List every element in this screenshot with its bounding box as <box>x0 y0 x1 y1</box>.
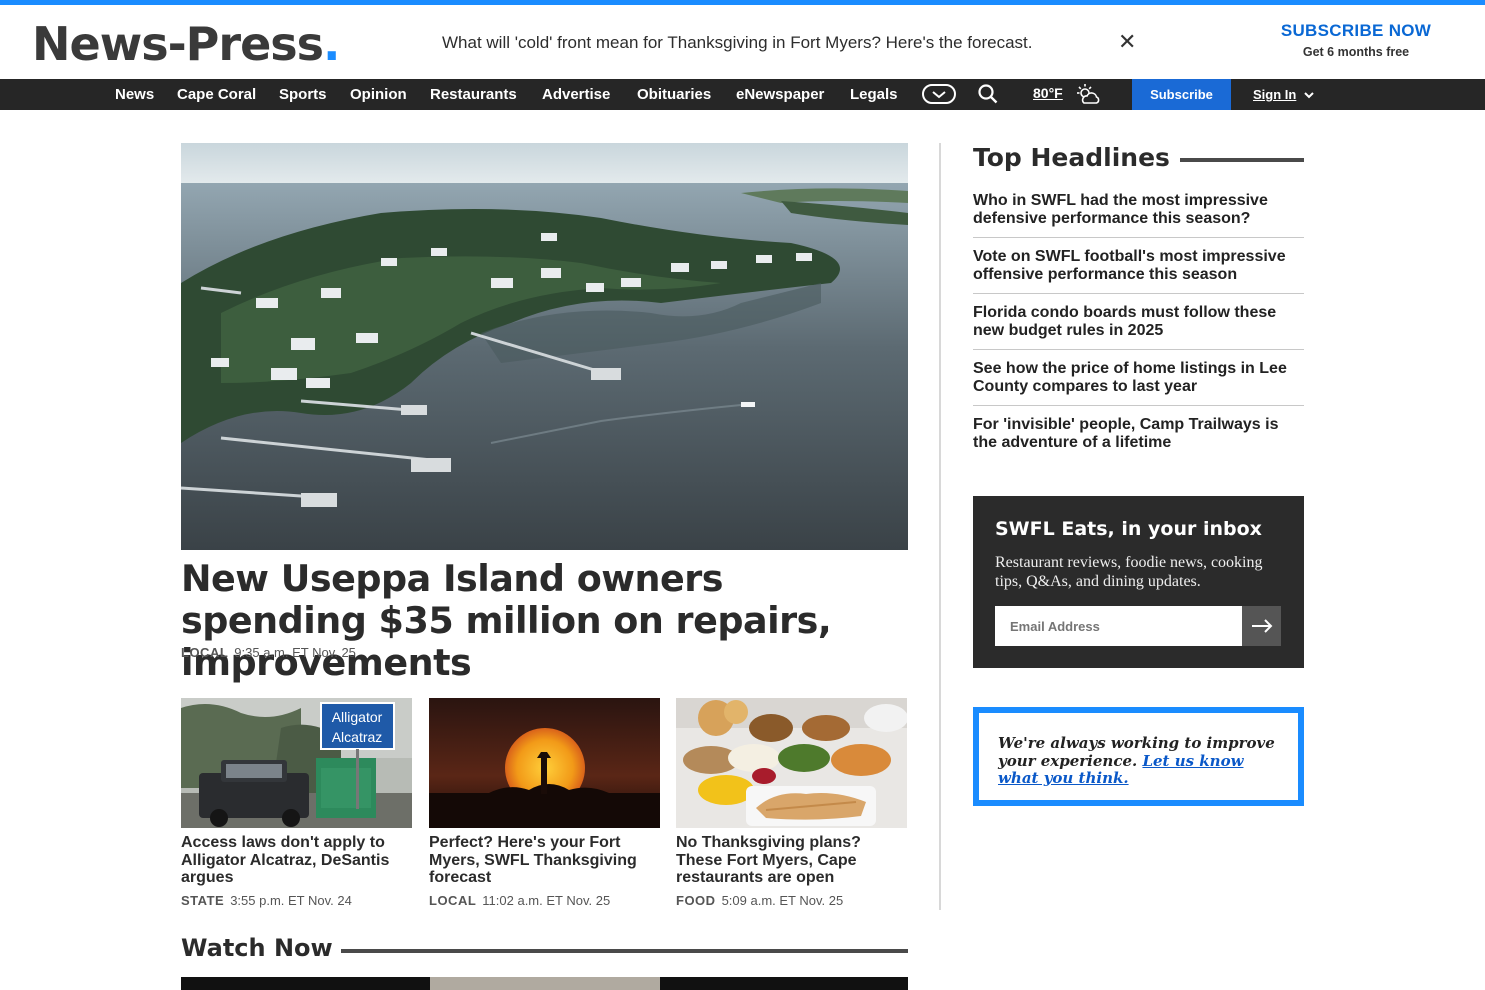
video-thumbnail[interactable] <box>430 977 660 990</box>
story-card[interactable]: No Thanksgiving plans? These Fort Myers,… <box>676 698 907 908</box>
story-meta: STATE 3:55 p.m. ET Nov. 24 <box>181 893 352 908</box>
temperature-readout[interactable]: 80°F <box>1033 85 1063 101</box>
newsletter-signup: SWFL Eats, in your inbox Restaurant revi… <box>973 496 1304 668</box>
top-headline-item[interactable]: Florida condo boards must follow these n… <box>973 304 1304 339</box>
story-category[interactable]: LOCAL <box>429 893 476 908</box>
more-chevron-icon[interactable] <box>922 83 956 110</box>
logo-text: News-Press <box>32 17 324 71</box>
story-category[interactable]: STATE <box>181 893 224 908</box>
story-headline[interactable]: Perfect? Here's your Fort Myers, SWFL Th… <box>429 834 660 887</box>
watch-now-header: Watch Now <box>181 932 908 964</box>
nav-item-obituaries[interactable]: Obituaries <box>637 86 711 103</box>
headline-divider <box>973 293 1304 294</box>
hero-headline[interactable]: New Useppa Island owners spending $35 mi… <box>181 558 908 684</box>
breaking-news-link[interactable]: What will 'cold' front mean for Thanksgi… <box>442 33 1032 53</box>
top-headline-item[interactable]: Vote on SWFL football's most impressive … <box>973 248 1304 283</box>
site-logo[interactable]: News-Press. <box>32 17 341 71</box>
newsletter-title: SWFL Eats, in your inbox <box>995 518 1262 540</box>
nav-item-cape-coral[interactable]: Cape Coral <box>177 86 256 103</box>
top-headlines-header: Top Headlines <box>973 140 1304 176</box>
nav-item-advertise[interactable]: Advertise <box>542 86 610 103</box>
story-timestamp: 11:02 a.m. ET Nov. 25 <box>482 893 611 908</box>
subscribe-offer: Get 6 months free <box>1302 45 1410 59</box>
hero-image[interactable] <box>181 143 908 550</box>
hero-timestamp: 9:35 a.m. ET Nov. 25 <box>234 645 356 660</box>
headline-divider <box>973 237 1304 238</box>
section-rule <box>331 949 908 953</box>
sign-in-link[interactable]: Sign In <box>1253 87 1296 102</box>
story-meta: LOCAL 11:02 a.m. ET Nov. 25 <box>429 893 610 908</box>
subscribe-now-promo[interactable]: SUBSCRIBE NOW Get 6 months free <box>1266 21 1446 59</box>
story-card[interactable]: Perfect? Here's your Fort Myers, SWFL Th… <box>429 698 660 908</box>
story-image-alligator-alcatraz[interactable]: Alligator Alcatraz <box>181 698 412 828</box>
story-headline[interactable]: No Thanksgiving plans? These Fort Myers,… <box>676 834 907 887</box>
main-nav: News Cape Coral Sports Opinion Restauran… <box>0 79 1485 110</box>
headline-divider <box>973 349 1304 350</box>
partly-sunny-icon <box>1074 83 1102 112</box>
masthead: News-Press. What will 'cold' front mean … <box>0 5 1485 79</box>
top-headlines-label: Top Headlines <box>973 140 1180 176</box>
column-divider <box>939 143 941 910</box>
sign-text-line2: Alcatraz <box>332 729 383 745</box>
watch-now-label: Watch Now <box>181 932 341 964</box>
nav-item-restaurants[interactable]: Restaurants <box>430 86 517 103</box>
subscribe-now-label: SUBSCRIBE NOW <box>1280 21 1432 40</box>
feedback-text: We're always working to improve your exp… <box>998 734 1288 788</box>
story-meta: FOOD 5:09 a.m. ET Nov. 25 <box>676 893 843 908</box>
story-timestamp: 3:55 p.m. ET Nov. 24 <box>230 893 352 908</box>
search-icon[interactable] <box>977 83 999 110</box>
submit-arrow-button[interactable] <box>1242 606 1281 646</box>
email-input[interactable] <box>995 606 1242 646</box>
story-card[interactable]: Alligator Alcatraz Access laws don't app… <box>181 698 412 908</box>
nav-item-enewspaper[interactable]: eNewspaper <box>736 86 824 103</box>
story-timestamp: 5:09 a.m. ET Nov. 25 <box>721 893 844 908</box>
subscribe-button[interactable]: Subscribe <box>1132 79 1231 110</box>
chevron-down-icon[interactable] <box>1303 88 1315 106</box>
story-headline[interactable]: Access laws don't apply to Alligator Alc… <box>181 834 412 887</box>
nav-item-news[interactable]: News <box>115 86 154 103</box>
arrow-right-icon <box>1252 619 1273 633</box>
top-headline-item[interactable]: For 'invisible' people, Camp Trailways i… <box>973 416 1304 451</box>
hero-category[interactable]: LOCAL <box>181 645 228 660</box>
hero-meta: LOCAL 9:35 a.m. ET Nov. 25 <box>181 645 356 660</box>
close-icon[interactable]: ✕ <box>1118 30 1136 54</box>
logo-dot: . <box>323 17 341 71</box>
nav-item-opinion[interactable]: Opinion <box>350 86 407 103</box>
sign-text-line1: Alligator <box>332 709 383 725</box>
newsletter-description: Restaurant reviews, foodie news, cooking… <box>995 554 1263 590</box>
section-rule <box>1166 158 1304 162</box>
top-headline-item[interactable]: Who in SWFL had the most impressive defe… <box>973 192 1304 227</box>
story-image-thanksgiving-meal[interactable] <box>676 698 907 828</box>
feedback-box: We're always working to improve your exp… <box>973 707 1304 806</box>
top-headline-item[interactable]: See how the price of home listings in Le… <box>973 360 1304 395</box>
nav-item-sports[interactable]: Sports <box>279 86 327 103</box>
story-category[interactable]: FOOD <box>676 893 716 908</box>
nav-item-legals[interactable]: Legals <box>850 86 898 103</box>
video-carousel[interactable] <box>181 977 908 990</box>
headline-divider <box>973 405 1304 406</box>
story-image-sunset[interactable] <box>429 698 660 828</box>
